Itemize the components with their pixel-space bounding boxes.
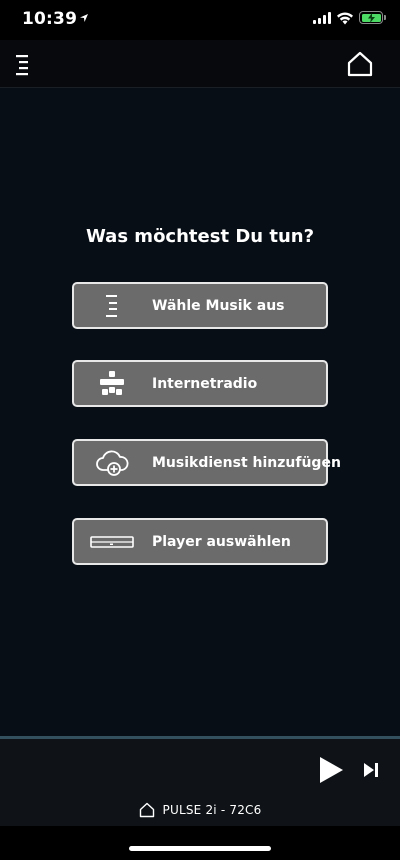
- music-list-icon: [90, 290, 134, 322]
- cloud-add-icon: [90, 447, 134, 479]
- skip-next-icon[interactable]: [362, 761, 380, 779]
- select-player-label: Player auswählen: [152, 533, 291, 550]
- select-player-button[interactable]: Player auswählen: [72, 518, 328, 565]
- play-icon[interactable]: [318, 756, 344, 784]
- home-icon[interactable]: [346, 50, 374, 78]
- select-music-button[interactable]: Wähle Musik aus: [72, 282, 328, 329]
- page-question: Was möchtest Du tun?: [85, 226, 315, 247]
- status-bar: 10:39: [0, 0, 400, 40]
- home-indicator-area: [0, 826, 400, 860]
- device-name: PULSE 2i - 72C6: [162, 803, 262, 817]
- now-playing-bar: [0, 739, 400, 800]
- main-content: Was möchtest Du tun? Wähle Musik aus Int…: [0, 88, 400, 736]
- add-music-service-button[interactable]: Musikdienst hinzufügen: [72, 439, 341, 486]
- internet-radio-button[interactable]: Internetradio: [72, 360, 328, 407]
- menu-icon[interactable]: [14, 53, 34, 77]
- internet-radio-label: Internetradio: [152, 375, 258, 392]
- select-music-label: Wähle Musik aus: [152, 297, 285, 314]
- charging-bolt-icon: [367, 12, 375, 23]
- wifi-icon: [337, 12, 353, 25]
- app-bar: [0, 40, 400, 88]
- status-time: 10:39: [22, 9, 78, 29]
- device-bar[interactable]: PULSE 2i - 72C6: [0, 800, 400, 826]
- device-home-icon: [139, 802, 154, 818]
- cellular-signal-icon: [313, 12, 331, 24]
- location-arrow-icon: [80, 14, 88, 22]
- battery-icon: [359, 11, 383, 24]
- battery-tip: [384, 15, 386, 20]
- tunein-radio-icon: [90, 368, 134, 400]
- home-indicator[interactable]: [129, 846, 271, 851]
- add-music-service-label: Musikdienst hinzufügen: [152, 454, 341, 471]
- speaker-device-icon: [90, 526, 134, 558]
